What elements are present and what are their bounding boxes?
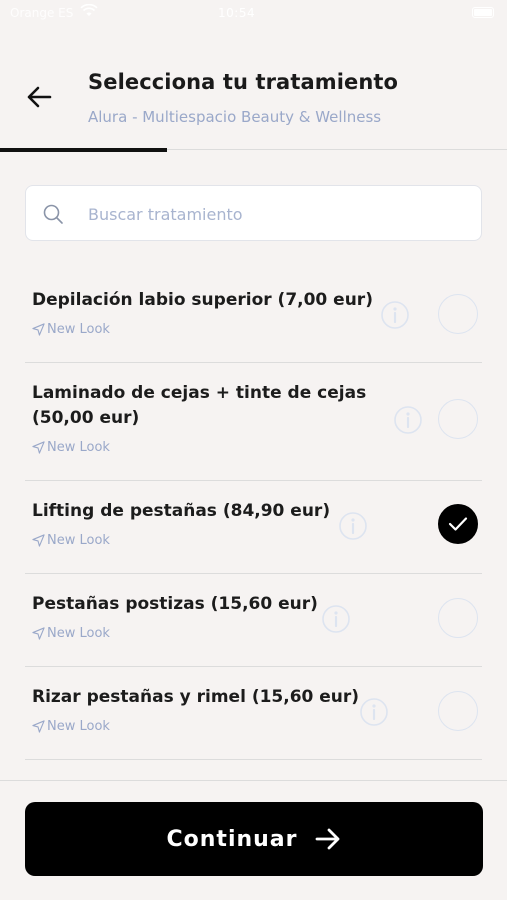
treatment-location: New Look (32, 719, 110, 734)
battery-icon (472, 7, 494, 18)
footer-divider (0, 780, 507, 781)
page-title: Selecciona tu tratamiento (88, 70, 399, 94)
select-radio-checked[interactable] (438, 504, 478, 544)
continue-button[interactable]: Continuar (25, 802, 483, 876)
treatment-location: New Look (32, 626, 110, 641)
wifi-icon (80, 3, 98, 21)
location-label: New Look (47, 719, 110, 734)
arrow-right-icon (315, 828, 339, 850)
treatment-name: Laminado de cejas + tinte de cejas (50,0… (32, 383, 367, 428)
treatment-location: New Look (32, 533, 110, 548)
select-radio[interactable] (438, 691, 478, 731)
arrow-left-icon (27, 86, 52, 108)
info-icon[interactable] (338, 511, 368, 541)
location-label: New Look (47, 440, 110, 455)
continue-label: Continuar (166, 826, 298, 852)
location-label: New Look (47, 533, 110, 548)
select-radio[interactable] (438, 598, 478, 638)
treatment-location: New Look (32, 322, 110, 337)
select-radio[interactable] (438, 399, 478, 439)
treatment-name: Depilación labio superior (7,00 eur) (32, 290, 373, 310)
navigation-arrow-icon (32, 627, 45, 640)
info-icon[interactable] (380, 300, 410, 330)
treatment-item-pestanas-postizas[interactable]: Pestañas postizas (15,60 eur) New Look (0, 574, 507, 666)
treatment-name: Rizar pestañas y rimel (15,60 eur) (32, 687, 360, 707)
treatment-item-laminado-cejas[interactable]: Laminado de cejas + tinte de cejas (50,0… (0, 363, 507, 480)
navigation-arrow-icon (32, 441, 45, 454)
treatment-item-lifting-pestanas[interactable]: Lifting de pestañas (84,90 eur) New Look (0, 481, 507, 573)
navigation-arrow-icon (32, 534, 45, 547)
info-icon[interactable] (393, 405, 423, 435)
search-box[interactable] (25, 185, 482, 241)
treatment-list[interactable]: Depilación labio superior (7,00 eur) New… (0, 270, 507, 780)
select-radio[interactable] (438, 294, 478, 334)
location-label: New Look (47, 626, 110, 641)
location-label: New Look (47, 322, 110, 337)
check-icon (448, 517, 468, 531)
status-bar: Orange ES 10:54 (0, 0, 507, 30)
business-name: Alura - Multiespacio Beauty & Wellness (88, 108, 382, 126)
search-input[interactable] (86, 194, 470, 234)
navigation-arrow-icon (32, 323, 45, 336)
back-button[interactable] (22, 82, 56, 112)
treatment-name: Lifting de pestañas (84,90 eur) (32, 501, 331, 521)
treatment-item-rizar-pestanas[interactable]: Rizar pestañas y rimel (15,60 eur) New L… (0, 667, 507, 759)
info-icon[interactable] (321, 604, 351, 634)
divider (25, 759, 482, 760)
navigation-arrow-icon (32, 720, 45, 733)
progress-bar (0, 148, 167, 152)
treatment-location: New Look (32, 440, 110, 455)
info-icon[interactable] (359, 697, 389, 727)
search-icon (43, 204, 63, 224)
status-time: 10:54 (218, 6, 256, 20)
carrier-label: Orange ES (10, 6, 74, 20)
treatment-item-depilacion-labio[interactable]: Depilación labio superior (7,00 eur) New… (0, 270, 507, 362)
